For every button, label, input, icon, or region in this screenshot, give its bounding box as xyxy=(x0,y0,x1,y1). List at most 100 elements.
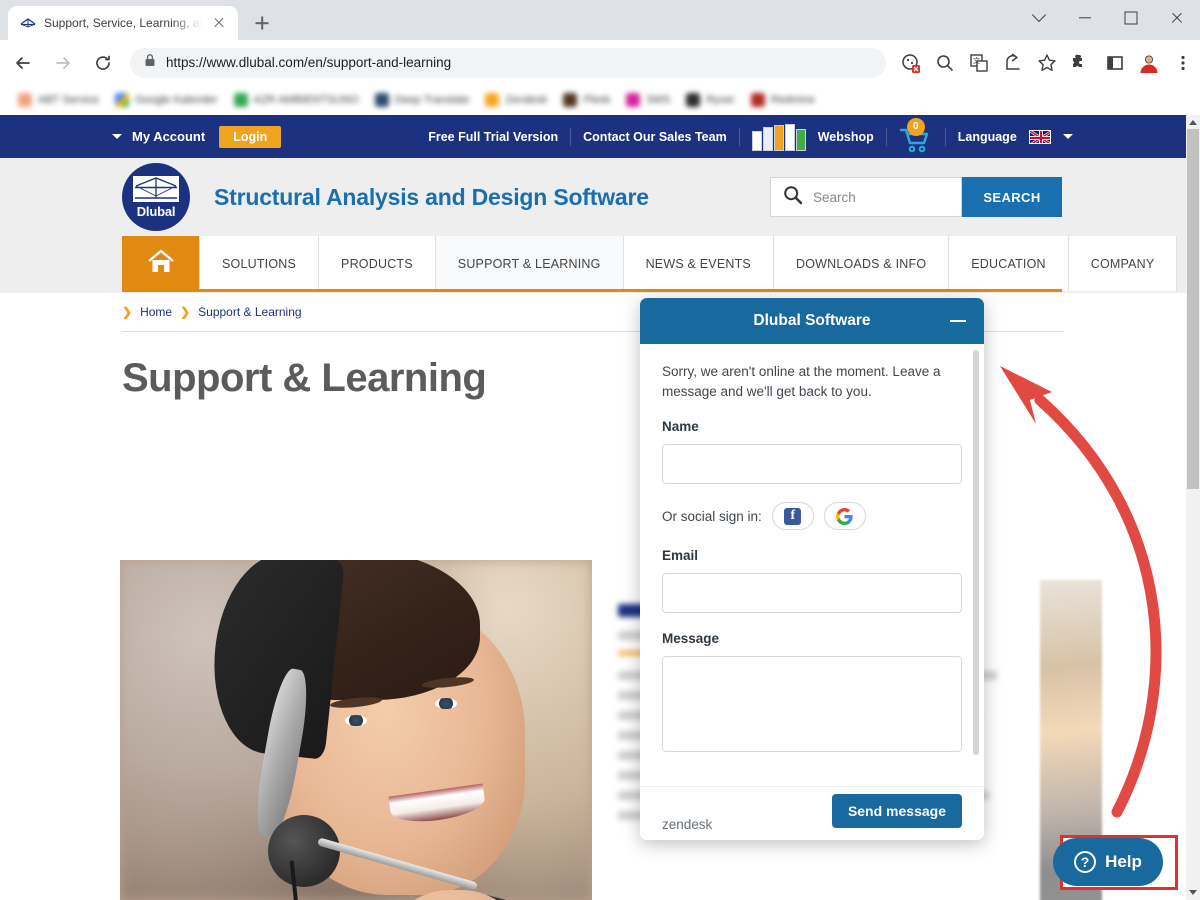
nav-item-support-learning[interactable]: SUPPORT & LEARNING xyxy=(435,236,624,291)
close-window-button[interactable] xyxy=(1154,0,1200,36)
nav-item-company[interactable]: COMPANY xyxy=(1068,236,1178,291)
scroll-up-arrow[interactable] xyxy=(1186,115,1200,129)
site-search: Search SEARCH xyxy=(770,177,1062,217)
bookmark-favicon xyxy=(233,93,248,107)
browser-tab[interactable]: Support, Service, Learning, and S xyxy=(8,6,238,40)
message-textarea[interactable] xyxy=(662,656,962,753)
tab-strip: Support, Service, Learning, and S xyxy=(8,6,276,40)
nav-item-solutions[interactable]: SOLUTIONS xyxy=(200,236,320,291)
nav-item-news-events[interactable]: NEWS & EVENTS xyxy=(623,236,774,291)
maximize-window-button[interactable] xyxy=(1108,0,1154,36)
dlubal-favicon xyxy=(20,15,36,31)
bookmark-label: Deep Translate xyxy=(394,94,470,106)
lock-icon xyxy=(144,53,156,72)
bookmark-item[interactable]: Plesk xyxy=(557,93,616,107)
breadcrumb-item-home[interactable]: Home xyxy=(140,305,172,319)
search-input[interactable]: Search xyxy=(770,177,962,217)
question-mark-circle-icon xyxy=(1074,851,1097,873)
help-button-label: Help xyxy=(1105,852,1142,871)
uk-flag-icon[interactable] xyxy=(1028,129,1051,144)
scroll-down-arrow[interactable] xyxy=(1186,886,1200,900)
extensions-puzzle-icon[interactable] xyxy=(1066,48,1096,78)
bookmark-item[interactable]: Zendesk xyxy=(479,93,553,107)
name-input[interactable] xyxy=(662,444,962,485)
free-trial-link[interactable]: Free Full Trial Version xyxy=(428,130,558,144)
share-icon[interactable] xyxy=(998,48,1028,78)
email-field-label: Email xyxy=(662,548,699,564)
bookmark-star-icon[interactable] xyxy=(1032,48,1062,78)
my-account-link[interactable]: My Account xyxy=(132,129,205,144)
minimize-window-button[interactable] xyxy=(1062,0,1108,36)
address-bar[interactable]: https://www.dlubal.com/en/support-and-le… xyxy=(130,47,886,78)
webshop-link[interactable]: Webshop xyxy=(818,130,874,144)
cart-count-badge: 0 xyxy=(906,117,925,136)
url-text: https://www.dlubal.com/en/support-and-le… xyxy=(166,55,452,70)
new-tab-button[interactable] xyxy=(248,9,276,37)
bookmark-label: SMS xyxy=(646,94,671,106)
contact-sales-link[interactable]: Contact Our Sales Team xyxy=(583,130,727,144)
back-icon[interactable] xyxy=(6,46,40,80)
browser-titlebar: Support, Service, Learning, and S xyxy=(0,0,1200,40)
reload-icon[interactable] xyxy=(86,46,120,80)
minimize-icon[interactable] xyxy=(950,320,966,322)
bookmark-item[interactable]: Redmine xyxy=(745,93,821,107)
browser-chrome: Support, Service, Learning, and S xyxy=(0,0,1200,115)
nav-underline xyxy=(122,289,1062,292)
bookmark-item[interactable]: SMS xyxy=(620,93,676,107)
search-button[interactable]: SEARCH xyxy=(962,177,1062,217)
sidepanel-icon[interactable] xyxy=(1100,48,1130,78)
search-icon[interactable] xyxy=(930,48,960,78)
blocked-cookie-icon[interactable] xyxy=(896,48,926,78)
bookmark-favicon xyxy=(563,93,578,107)
send-message-button[interactable]: Send message xyxy=(831,793,962,828)
chevron-down-icon[interactable] xyxy=(1016,0,1062,36)
facebook-icon[interactable] xyxy=(771,502,814,531)
breadcrumb-item-support-learning[interactable]: Support & Learning xyxy=(198,305,301,319)
name-field-label: Name xyxy=(662,419,699,435)
search-icon xyxy=(783,185,803,210)
language-label[interactable]: Language xyxy=(958,130,1017,144)
bookmark-item[interactable]: Google Kalender xyxy=(109,93,224,107)
divider xyxy=(885,127,887,146)
shopping-cart-icon[interactable]: 0 xyxy=(899,117,933,152)
page-scrollbar[interactable] xyxy=(1186,115,1200,900)
zendesk-brand-label: zendesk xyxy=(662,817,713,832)
bookmark-favicon xyxy=(18,93,32,107)
google-icon[interactable] xyxy=(823,502,866,531)
email-input[interactable] xyxy=(662,573,962,614)
language-chevron-down-icon[interactable] xyxy=(1062,134,1073,139)
close-tab-icon[interactable] xyxy=(210,14,228,32)
bookmark-label: Zendesk xyxy=(505,94,548,106)
message-field-label: Message xyxy=(662,631,720,647)
home-icon xyxy=(146,248,176,279)
hero-eye xyxy=(345,715,367,726)
profile-avatar-icon[interactable] xyxy=(1134,48,1164,78)
bookmark-item[interactable]: ABT Service xyxy=(12,93,105,107)
utility-right-group: Free Full Trial Version Contact Our Sale… xyxy=(428,117,1073,152)
chat-scrollbar[interactable] xyxy=(973,350,979,755)
divider xyxy=(738,127,740,146)
brand-band: Dlubal Structural Analysis and Design So… xyxy=(0,158,1186,236)
bookmark-item[interactable]: AZR AMBIENTSUNO xyxy=(228,93,365,107)
help-button[interactable]: Help xyxy=(1053,838,1163,886)
bookmark-item[interactable]: Deep Translate xyxy=(369,93,476,107)
chat-footer: zendesk Send message xyxy=(640,786,984,840)
bookmark-label: Plesk xyxy=(583,94,611,106)
more-menu-icon[interactable] xyxy=(1168,48,1198,78)
social-signin-label: Or social sign in: xyxy=(662,508,762,524)
login-button[interactable]: Login xyxy=(219,125,282,148)
svg-text:文: 文 xyxy=(973,56,980,65)
chat-header: Dlubal Software xyxy=(640,298,984,344)
dlubal-frame-icon xyxy=(133,175,179,202)
nav-item-products[interactable]: PRODUCTS xyxy=(319,236,436,291)
scrollbar-thumb[interactable] xyxy=(1187,129,1199,489)
nav-home[interactable] xyxy=(122,236,200,291)
product-boxes-icon[interactable] xyxy=(751,123,806,151)
hero-eye xyxy=(435,698,457,709)
bookmark-item[interactable]: Ryver xyxy=(680,93,741,107)
translate-icon[interactable]: 文 xyxy=(964,48,994,78)
dlubal-logo[interactable]: Dlubal xyxy=(122,163,190,231)
forward-icon[interactable] xyxy=(46,46,80,80)
nav-item-education[interactable]: EDUCATION xyxy=(949,236,1069,291)
nav-item-downloads-info[interactable]: DOWNLOADS & INFO xyxy=(773,236,950,291)
